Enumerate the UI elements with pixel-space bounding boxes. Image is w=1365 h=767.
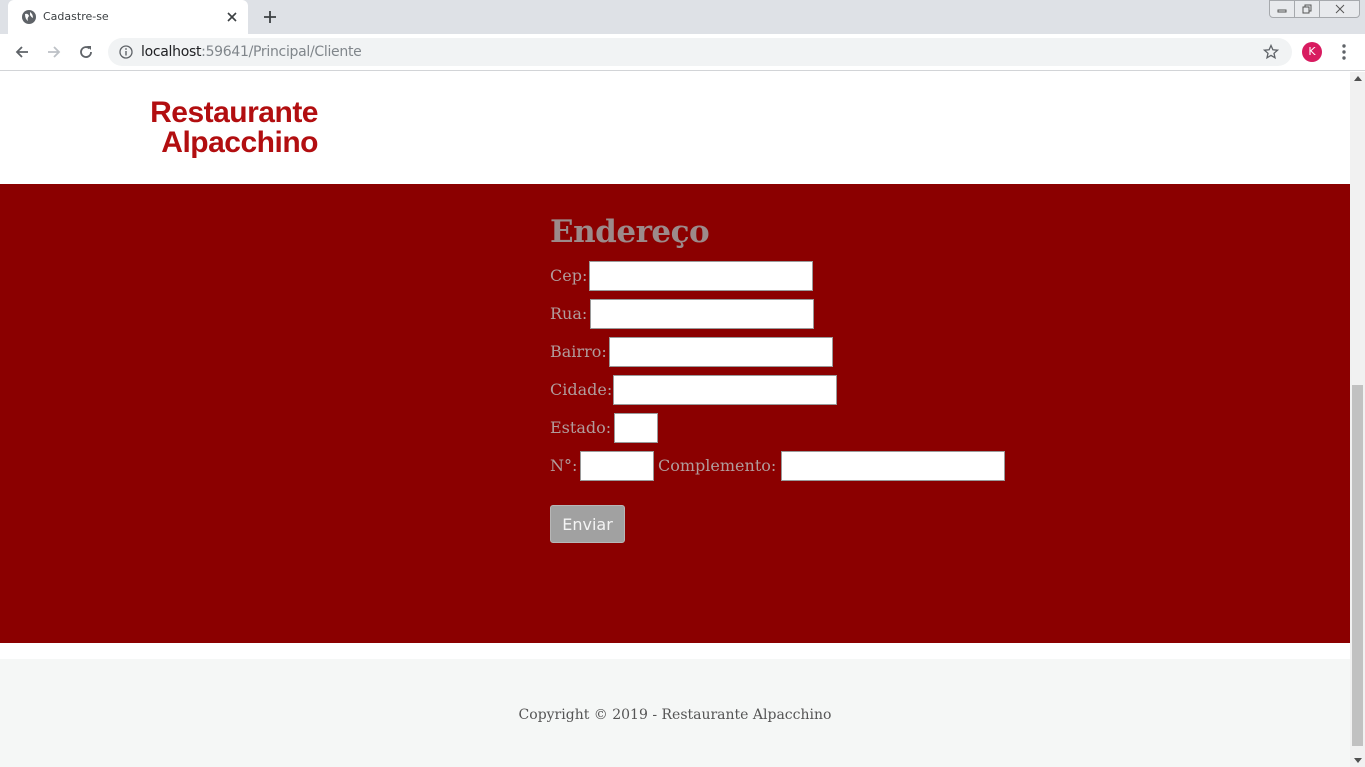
copyright-text: Copyright © 2019 - Restaurante Alpacchin…: [518, 707, 832, 723]
estado-input[interactable]: [614, 413, 658, 443]
bookmark-star-icon[interactable]: [1263, 44, 1279, 60]
close-icon[interactable]: [224, 9, 240, 25]
page-viewport: Restaurante Alpacchino Endereço Cep: Rua…: [0, 72, 1350, 767]
browser-tab[interactable]: Cadastre-se: [8, 0, 248, 34]
rua-label: Rua:: [550, 304, 588, 323]
new-tab-icon[interactable]: [261, 8, 279, 26]
browser-toolbar: localhost:59641/Principal/Cliente K: [0, 34, 1365, 71]
bairro-label: Bairro:: [550, 342, 607, 361]
window-close-icon: [1335, 4, 1344, 14]
restore-button[interactable]: [1294, 0, 1320, 18]
enviar-button[interactable]: Enviar: [550, 505, 625, 543]
cidade-input[interactable]: [613, 375, 837, 405]
bairro-input[interactable]: [609, 337, 833, 367]
url-host: localhost: [141, 44, 202, 60]
minimize-button[interactable]: [1269, 0, 1295, 18]
minimize-icon: [1277, 9, 1287, 13]
logo-line-2: Alpacchino: [161, 126, 318, 159]
cep-input[interactable]: [589, 261, 813, 291]
globe-icon: [22, 10, 36, 24]
back-arrow-icon[interactable]: [13, 43, 31, 61]
numero-label: N°:: [550, 456, 578, 475]
reload-icon[interactable]: [77, 43, 95, 61]
cidade-label: Cidade:: [550, 380, 613, 399]
numero-input[interactable]: [580, 451, 654, 481]
restore-icon: [1302, 4, 1312, 14]
info-icon[interactable]: [119, 45, 133, 59]
logo-line-1: Restaurante: [150, 96, 318, 129]
address-form-section: Endereço Cep: Rua: Bairro: Cidade: Estad…: [0, 184, 1350, 643]
site-footer: Copyright © 2019 - Restaurante Alpacchin…: [0, 659, 1350, 767]
scroll-up-arrow-icon[interactable]: [1354, 76, 1362, 81]
url-text: localhost:59641/Principal/Cliente: [141, 44, 362, 60]
form-title: Endereço: [550, 214, 710, 250]
cep-label: Cep:: [550, 266, 588, 285]
site-header: Restaurante Alpacchino: [0, 72, 1350, 184]
scroll-down-arrow-icon[interactable]: [1354, 758, 1362, 763]
kebab-menu-icon[interactable]: [1336, 43, 1352, 61]
complemento-input[interactable]: [781, 451, 1005, 481]
tab-title: Cadastre-se: [43, 10, 109, 23]
url-path: :59641/Principal/Cliente: [201, 44, 362, 60]
estado-label: Estado:: [550, 418, 612, 437]
forward-arrow-icon[interactable]: [45, 43, 63, 61]
window-close-button[interactable]: [1319, 0, 1360, 18]
profile-avatar[interactable]: K: [1302, 42, 1322, 62]
scrollbar-thumb[interactable]: [1352, 385, 1363, 746]
address-bar[interactable]: localhost:59641/Principal/Cliente: [108, 38, 1292, 66]
tab-strip: Cadastre-se: [0, 0, 1365, 34]
page-scrollbar[interactable]: [1350, 72, 1365, 767]
rua-input[interactable]: [590, 299, 814, 329]
site-logo[interactable]: Restaurante Alpacchino: [118, 98, 318, 158]
complemento-label: Complemento:: [658, 456, 777, 475]
